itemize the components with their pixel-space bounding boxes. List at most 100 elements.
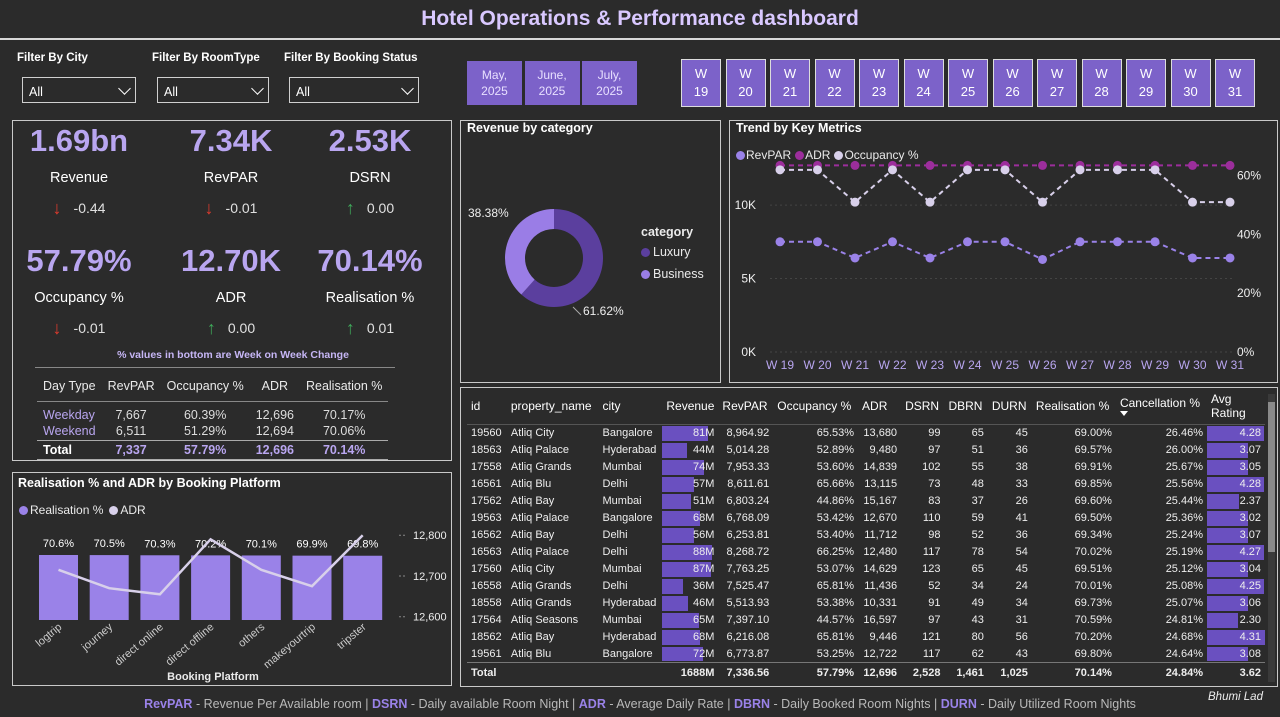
week-button[interactable]: W 31 bbox=[1215, 59, 1255, 107]
trend-point[interactable] bbox=[1113, 237, 1122, 247]
table-row[interactable]: 19563 Atliq Palace Bangalore 68M 6,768.09 53.… bbox=[467, 510, 1265, 527]
table-row[interactable]: 16558 Atliq Grands Delhi 36M 7,525.47 65.81% 1… bbox=[467, 578, 1265, 595]
week-button[interactable]: W 29 bbox=[1126, 59, 1166, 107]
column-header[interactable]: Occupancy % bbox=[773, 388, 859, 425]
table-cell: 97 bbox=[928, 444, 941, 456]
week-button[interactable]: W 24 bbox=[903, 59, 944, 107]
platform-bar[interactable] bbox=[140, 555, 180, 620]
column-header[interactable]: Avg Rating bbox=[1207, 388, 1265, 425]
month-button[interactable]: June, 2025 bbox=[524, 61, 580, 105]
week-button[interactable]: W 22 bbox=[814, 59, 855, 107]
table-row[interactable]: 17560 Atliq City Mumbai 87M 7,763.25 53.07% 14… bbox=[467, 561, 1265, 578]
revenue-cell: 56M bbox=[662, 527, 718, 544]
platform-bar[interactable] bbox=[241, 555, 281, 620]
trend-point[interactable] bbox=[1038, 160, 1047, 170]
trend-point[interactable] bbox=[850, 253, 860, 263]
legend-item[interactable]: Luxury bbox=[641, 245, 704, 259]
scrollbar-thumb[interactable] bbox=[1268, 402, 1275, 552]
trend-point[interactable] bbox=[1000, 165, 1010, 175]
week-button[interactable]: W 25 bbox=[948, 59, 988, 107]
trend-point[interactable] bbox=[1188, 160, 1197, 170]
column-header[interactable]: property_name bbox=[506, 388, 599, 425]
donut-slice-business[interactable] bbox=[505, 209, 554, 295]
month-button[interactable]: May, 2025 bbox=[467, 61, 522, 105]
week-button[interactable]: W 27 bbox=[1037, 59, 1077, 107]
trend-point[interactable] bbox=[1225, 197, 1235, 207]
right-tick: 60% bbox=[1237, 169, 1261, 183]
trend-point[interactable] bbox=[888, 237, 897, 247]
table-row[interactable]: 16563 Atliq Palace Delhi 88M 8,268.72 66.25% 1… bbox=[467, 544, 1265, 561]
table-scrollbar[interactable] bbox=[1268, 394, 1275, 682]
trend-point[interactable] bbox=[1038, 254, 1047, 264]
column-header[interactable]: DSRN bbox=[901, 388, 945, 425]
trend-point[interactable] bbox=[775, 165, 785, 175]
trend-point[interactable] bbox=[1150, 165, 1160, 175]
cell-value: 68M bbox=[693, 512, 715, 524]
trend-point[interactable] bbox=[850, 160, 860, 170]
arrow-down-icon: ↓ bbox=[204, 197, 214, 218]
column-header[interactable]: ADR bbox=[858, 388, 902, 425]
trend-point[interactable] bbox=[1150, 237, 1160, 247]
trend-point[interactable] bbox=[1000, 237, 1010, 247]
column-header[interactable]: DBRN bbox=[944, 388, 988, 425]
trend-point[interactable] bbox=[925, 253, 935, 263]
trend-point[interactable] bbox=[775, 237, 785, 247]
table-row[interactable]: 19561 Atliq Blu Bangalore 72M 6,773.87 53.25%… bbox=[467, 646, 1265, 663]
platform-bar[interactable] bbox=[292, 555, 332, 620]
author: Bhumi Lad bbox=[1208, 691, 1263, 703]
table-row[interactable]: 18558 Atliq Grands Hyderabad 46M 5,513.93 53.… bbox=[467, 595, 1265, 612]
table-cell: 69.34% bbox=[1074, 529, 1112, 541]
trend-point[interactable] bbox=[1038, 197, 1047, 207]
trend-point[interactable] bbox=[1113, 165, 1122, 175]
trend-point[interactable] bbox=[813, 165, 822, 175]
trend-point[interactable] bbox=[1075, 237, 1085, 247]
table-row[interactable]: 18563 Atliq Palace Hyderabad 44M 5,014.28 52.… bbox=[467, 442, 1265, 459]
table-row[interactable]: 18562 Atliq Bay Hyderabad 68M 6,216.08 65.81%… bbox=[467, 629, 1265, 646]
table-row[interactable]: 19560 Atliq City Bangalore 81M 8,964.92 65.53… bbox=[467, 425, 1265, 442]
platform-bar[interactable] bbox=[191, 555, 231, 620]
week-button[interactable]: W 28 bbox=[1081, 59, 1122, 107]
column-header[interactable]: RevPAR bbox=[718, 388, 774, 425]
trend-point[interactable] bbox=[813, 237, 822, 247]
column-header[interactable]: Revenue bbox=[662, 388, 719, 425]
week-button[interactable]: W 19 bbox=[681, 59, 721, 107]
table-row[interactable]: 16562 Atliq Bay Delhi 56M 6,253.81 53.40% 11,7… bbox=[467, 527, 1265, 544]
column-header[interactable]: Cancellation % bbox=[1115, 388, 1207, 425]
legend-item[interactable]: Business bbox=[641, 267, 704, 281]
trend-point[interactable] bbox=[888, 165, 897, 175]
week-button[interactable]: W 26 bbox=[992, 59, 1033, 107]
table-cell: 121 bbox=[922, 631, 941, 643]
trend-point[interactable] bbox=[963, 165, 972, 175]
filter-dropdown[interactable]: All bbox=[22, 77, 136, 103]
column-header[interactable]: city bbox=[598, 388, 663, 425]
trend-point[interactable] bbox=[1188, 253, 1197, 263]
column-header[interactable]: id bbox=[467, 388, 507, 425]
column-header[interactable]: Realisation % bbox=[1031, 388, 1116, 425]
column-header[interactable]: DURN bbox=[987, 388, 1032, 425]
table-cell: 59 bbox=[971, 512, 984, 524]
platform-bar[interactable] bbox=[39, 555, 78, 620]
trend-point[interactable] bbox=[1188, 197, 1197, 207]
trend-point[interactable] bbox=[925, 160, 935, 170]
filter-dropdown[interactable]: All bbox=[157, 77, 269, 103]
platform-bar[interactable] bbox=[343, 555, 383, 620]
trend-point[interactable] bbox=[850, 197, 860, 207]
daytype-cell: 7,667 bbox=[115, 408, 147, 422]
trend-point[interactable] bbox=[1075, 165, 1085, 175]
table-row[interactable]: 17558 Atliq Grands Mumbai 74M 7,953.33 53.60%… bbox=[467, 459, 1265, 476]
trend-point[interactable] bbox=[963, 237, 972, 247]
trend-point[interactable] bbox=[1225, 253, 1235, 263]
week-button[interactable]: W 21 bbox=[770, 59, 810, 107]
filter-dropdown[interactable]: All bbox=[289, 77, 419, 103]
week-button[interactable]: W 20 bbox=[725, 59, 766, 107]
week-button[interactable]: W 30 bbox=[1170, 59, 1211, 107]
week-button[interactable]: W 23 bbox=[859, 59, 899, 107]
trend-point[interactable] bbox=[925, 197, 935, 207]
table-row[interactable]: 16561 Atliq Blu Delhi 57M 8,611.61 65.66% 13,1… bbox=[467, 476, 1265, 493]
table-row[interactable]: 17564 Atliq Seasons Mumbai 65M 7,397.10 44.57… bbox=[467, 612, 1265, 629]
month-button[interactable]: July, 2025 bbox=[582, 61, 637, 105]
table-cell: 70.01% bbox=[1074, 580, 1112, 592]
trend-point[interactable] bbox=[1225, 160, 1235, 170]
table-cell: 19560 bbox=[471, 427, 502, 440]
table-row[interactable]: 17562 Atliq Bay Mumbai 51M 6,803.24 44.86% 15,… bbox=[467, 493, 1265, 510]
